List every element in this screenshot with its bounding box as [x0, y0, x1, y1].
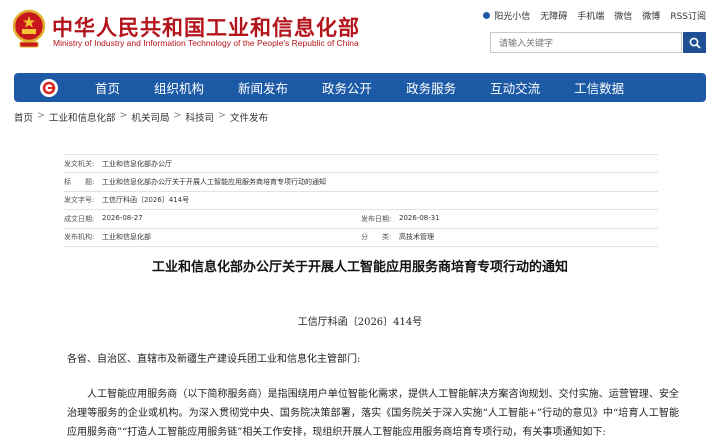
info-row: 发文机关: 工业和信息化部办公厅	[64, 154, 658, 174]
category-value: 高技术管理	[399, 233, 434, 242]
info-row: 成文日期: 2026-08-27 发布日期: 2026-08-31	[64, 210, 658, 229]
article-doc-number: 工信厅科函〔2026〕414号	[297, 317, 423, 328]
agency-value: 工业和信息化部办公厅	[102, 159, 172, 168]
top-link-weibo[interactable]: 微博	[642, 9, 660, 22]
nav-item-home[interactable]: 首页	[78, 78, 137, 97]
nav-item-interaction[interactable]: 互动交流	[473, 78, 557, 97]
site-subtitle: Ministry of Industry and Information Tec…	[53, 38, 359, 48]
document-info-table: 发文机关: 工业和信息化部办公厅 标 题: 工业和信息化部办公厅关于开展人工智能…	[64, 154, 658, 247]
top-link-rss[interactable]: RSS订阅	[670, 9, 706, 22]
issuer-label: 发布机构:	[64, 233, 95, 242]
top-link-accessibility[interactable]: 无障碍	[540, 9, 567, 22]
breadcrumb-separator-icon: >	[37, 110, 45, 121]
top-links: 阳光小信 无障碍 手机端 微信 微博 RSS订阅	[482, 9, 706, 22]
article-addressee: 各省、自治区、直辖市及新疆生产建设兵团工业和信息化主管部门:	[67, 354, 361, 365]
info-row: 发布机构: 工业和信息化部 分 类: 高技术管理	[64, 229, 658, 247]
miit-logo-icon	[42, 81, 56, 94]
nav-logo[interactable]	[40, 78, 58, 97]
agency-label: 发文机关:	[64, 159, 95, 168]
nav-item-organization[interactable]: 组织机构	[137, 78, 221, 97]
top-link-sunshine[interactable]: 阳光小信	[482, 9, 530, 22]
article-title: 工业和信息化部办公厅关于开展人工智能应用服务商培育专项行动的通知	[151, 260, 568, 275]
nav-item-government-affairs[interactable]: 政务公开	[305, 78, 389, 97]
top-link-wechat[interactable]: 微信	[614, 9, 632, 22]
published-date-label: 发布日期:	[361, 214, 392, 223]
docno-value: 工信厅科函〔2026〕414号	[102, 196, 190, 205]
search-button[interactable]	[683, 32, 706, 53]
breadcrumb-separator-icon: >	[217, 110, 226, 121]
written-date-value: 2026-08-27	[102, 213, 143, 222]
info-row: 发文字号: 工信厅科函〔2026〕414号	[64, 192, 658, 211]
nav-item-news[interactable]: 新闻发布	[221, 78, 305, 97]
search-icon	[689, 37, 701, 49]
article-paragraph: 人工智能应用服务商（以下简称服务商）是指围绕用户单位智能化需求，提供人工智能解决…	[67, 389, 679, 438]
top-link-mobile[interactable]: 手机端	[577, 9, 604, 22]
breadcrumb-item[interactable]: 首页	[14, 110, 33, 124]
nav-item-data[interactable]: 工信数据	[557, 78, 641, 97]
sunshine-icon	[483, 12, 491, 19]
top-link-label: 阳光小信	[494, 12, 531, 22]
site-header: 中华人民共和国工业和信息化部 Ministry of Industry and …	[0, 0, 720, 70]
breadcrumb: 首页 > 工业和信息化部 > 机关司局 > 科技司 > 文件发布	[14, 110, 268, 124]
title-value: 工业和信息化部办公厅关于开展人工智能应用服务商培育专项行动的通知	[102, 178, 326, 187]
issuer-value: 工业和信息化部	[102, 233, 151, 242]
docno-label: 发文字号:	[64, 196, 95, 205]
nav-item-services[interactable]: 政务服务	[389, 78, 473, 97]
category-label: 分 类:	[361, 233, 392, 242]
search-input[interactable]	[490, 32, 682, 53]
breadcrumb-item[interactable]: 机关司局	[131, 110, 169, 124]
written-date-label: 成文日期:	[64, 214, 95, 223]
breadcrumb-separator-icon: >	[119, 110, 128, 121]
national-emblem-icon	[12, 9, 46, 48]
info-row: 标 题: 工业和信息化部办公厅关于开展人工智能应用服务商培育专项行动的通知	[64, 173, 658, 192]
breadcrumb-item[interactable]: 文件发布	[230, 110, 268, 124]
title-label: 标 题:	[64, 178, 95, 187]
main-nav: 首页 组织机构 新闻发布 政务公开 政务服务 互动交流 工信数据	[14, 73, 706, 102]
breadcrumb-item[interactable]: 工业和信息化部	[49, 110, 116, 124]
breadcrumb-separator-icon: >	[173, 110, 182, 121]
breadcrumb-item[interactable]: 科技司	[185, 110, 214, 124]
published-date-value: 2026-08-31	[399, 213, 440, 222]
